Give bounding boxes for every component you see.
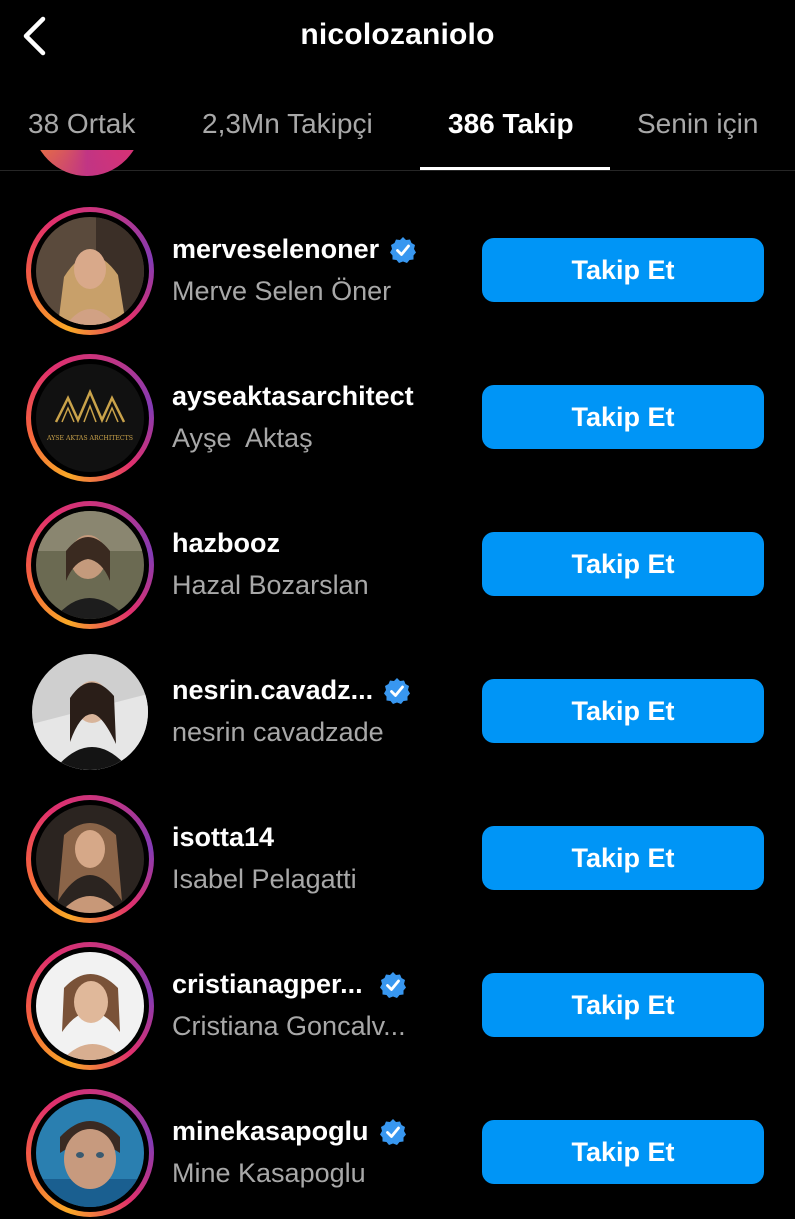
username[interactable]: minekasapoglu	[172, 1116, 407, 1147]
follow-button[interactable]: Takip Et	[482, 679, 764, 743]
profile-photo	[32, 654, 148, 770]
follow-button[interactable]: Takip Et	[482, 1120, 764, 1184]
list-item[interactable]: merveselenoner Merve Selen Öner Takip Et	[0, 190, 795, 337]
profile-photo	[36, 511, 144, 619]
list-item[interactable]: hazbooz Hazal Bozarslan Takip Et	[0, 484, 795, 631]
avatar[interactable]	[26, 648, 154, 776]
full-name: Merve Selen Öner	[172, 276, 392, 306]
username[interactable]: hazbooz	[172, 528, 280, 559]
top-bar: nicolozaniolo	[0, 0, 795, 80]
verified-badge-icon	[384, 677, 411, 704]
username[interactable]: nesrin.cavadz...	[172, 675, 411, 706]
profile-photo: AYSE AKTAS ARCHITECTS	[36, 364, 144, 472]
verified-badge-icon	[390, 236, 417, 263]
full-name: Ayşe Aktaş	[172, 423, 313, 453]
verified-badge-icon	[379, 1118, 406, 1145]
logo-text: AYSE AKTAS ARCHITECTS	[46, 435, 133, 442]
profile-photo	[36, 1099, 144, 1207]
avatar[interactable]	[26, 795, 154, 923]
verified-badge-icon	[379, 971, 406, 998]
profile-photo	[36, 217, 144, 325]
follow-button[interactable]: Takip Et	[482, 532, 764, 596]
follow-button[interactable]: Takip Et	[482, 826, 764, 890]
follow-button[interactable]: Takip Et	[482, 385, 764, 449]
page-title: nicolozaniolo	[300, 18, 495, 51]
tab-followers[interactable]: 2,3Mn Takipçi	[202, 108, 373, 140]
tab-following[interactable]: 386 Takip	[448, 108, 574, 140]
full-name: Isabel Pelagatti	[172, 864, 357, 894]
avatar[interactable]	[26, 942, 154, 1070]
tab-for-you[interactable]: Senin için	[637, 108, 758, 140]
list-item[interactable]: minekasapoglu Mine Kasapoglu Takip Et	[0, 1072, 795, 1219]
username[interactable]: merveselenoner	[172, 234, 417, 265]
avatar[interactable]	[26, 501, 154, 629]
avatar[interactable]	[26, 207, 154, 335]
full-name: Cristiana Goncalv...	[172, 1011, 406, 1041]
profile-photo	[36, 952, 144, 1060]
username[interactable]: cristianagper...	[172, 969, 407, 1000]
full-name: nesrin cavadzade	[172, 717, 384, 747]
follow-button[interactable]: Takip Et	[482, 973, 764, 1037]
username[interactable]: isotta14	[172, 822, 274, 853]
list-item[interactable]: isotta14 Isabel Pelagatti Takip Et	[0, 778, 795, 925]
avatar[interactable]: AYSE AKTAS ARCHITECTS	[26, 354, 154, 482]
full-name: Mine Kasapoglu	[172, 1158, 366, 1188]
avatar[interactable]	[26, 1089, 154, 1217]
list-item[interactable]: nesrin.cavadz... nesrin cavadzade Takip …	[0, 631, 795, 778]
profile-photo	[36, 805, 144, 913]
follow-button[interactable]: Takip Et	[482, 238, 764, 302]
full-name: Hazal Bozarslan	[172, 570, 369, 600]
list-item[interactable]: AYSE AKTAS ARCHITECTS ayseaktasarchitect…	[0, 337, 795, 484]
tab-mutual[interactable]: 38 Ortak	[28, 108, 135, 140]
avatar[interactable]	[32, 150, 142, 186]
list-item[interactable]: cristianagper... Cristiana Goncalv... Ta…	[0, 925, 795, 1072]
active-tab-indicator	[420, 167, 610, 170]
username[interactable]: ayseaktasarchitect	[172, 381, 414, 412]
